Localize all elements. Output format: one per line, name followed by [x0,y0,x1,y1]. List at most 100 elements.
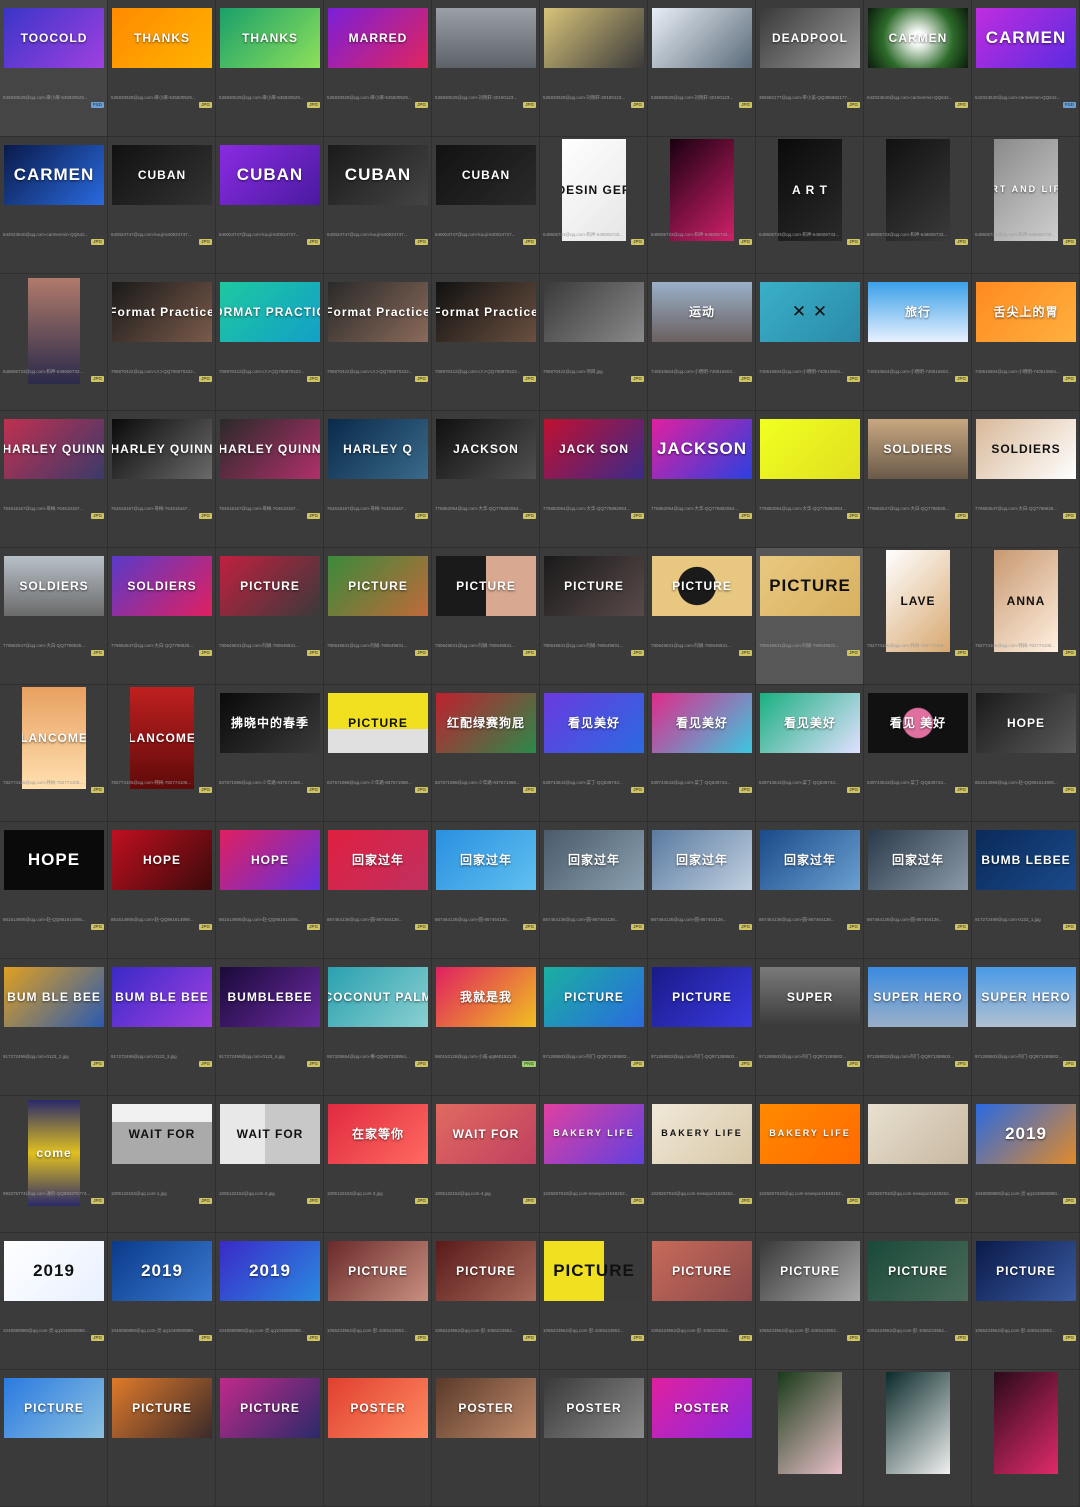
thumbnail-cell[interactable]: SOLDIERS 779682547@qq.com-大白-QQ7796825...… [972,411,1080,548]
thumbnail-image[interactable]: BUMB LEBEE [976,830,1076,890]
thumbnail-image[interactable]: CARMEN [868,8,968,68]
thumbnail-image[interactable]: FORMAT PRACTICE [220,282,320,342]
thumbnail-cell[interactable]: COCONUT PALM 957328864@qq.com-椰-QQ9573288… [324,959,432,1096]
thumbnail-cell[interactable]: SOLDIERS 779682547@qq.com-大白-QQ7796825...… [0,548,108,685]
thumbnail-cell[interactable]: BUM BLE BEE 917272499@qq.com-0123_3.jpg JP… [108,959,216,1096]
thumbnail-cell[interactable]: LAVE 782774105@qq.com-韩梅-782774105... JPG [864,548,972,685]
thumbnail-cell[interactable]: THANKS 535830529@qq.com-麻小麻-535830529... J… [216,0,324,137]
thumbnail-image[interactable]: SUPER [760,967,860,1027]
thumbnail-image[interactable]: 看见美好 [652,693,752,753]
thumbnail-image[interactable]: ✕ ✕ [760,282,860,342]
thumbnail-image[interactable]: HARLEY QUINN [220,419,320,479]
thumbnail-image[interactable]: PICTURE [976,1241,1076,1301]
thumbnail-image[interactable]: PICTURE [328,1241,428,1301]
thumbnail-cell[interactable]: HOPE 861614906@qq.com-赵-QQ861614906... JPG [108,822,216,959]
thumbnail-cell[interactable]: THANKS 535830529@qq.com-麻小麻-535830529... J… [108,0,216,137]
thumbnail-cell[interactable]: 2019 1048080880@qq.com-灵-qq1048080880... J… [216,1233,324,1370]
thumbnail-cell[interactable]: PICTURE 780649631@qq.com-阿娟-780649631... J… [648,548,756,685]
thumbnail-cell[interactable]: BAKERY LIFE 1028267910@qq.com-newsport154… [540,1096,648,1233]
thumbnail-cell[interactable]: CUBAN 640024747@qq.com-kuuji-640024747...… [432,137,540,274]
thumbnail-cell[interactable]: BAKERY LIFE 1028267910@qq.com-newsport154… [756,1096,864,1233]
thumbnail-cell[interactable]: PICTURE [0,1370,108,1507]
thumbnail-image[interactable]: CARMEN [976,8,1076,68]
thumbnail-cell[interactable]: 2019 1048080880@qq.com-灵-qq1048080880... J… [972,1096,1080,1233]
thumbnail-image[interactable] [544,8,644,68]
thumbnail-image[interactable]: SUPER HERO [868,967,968,1027]
thumbnail-image[interactable]: BUM BLE BEE [4,967,104,1027]
thumbnail-image[interactable]: POSTER [436,1378,536,1438]
thumbnail-image[interactable]: PICTURE [436,556,536,616]
thumbnail-image[interactable]: 回家过年 [760,830,860,890]
thumbnail-image[interactable]: Format Practice [112,282,212,342]
thumbnail-image[interactable]: THANKS [220,8,320,68]
thumbnail-image[interactable]: SOLDIERS [4,556,104,616]
thumbnail-image[interactable]: PICTURE [760,556,860,616]
thumbnail-image[interactable]: WAIT FOR [112,1104,212,1164]
thumbnail-cell[interactable]: PICTURE 971269502@qq.com-阿门-QQ971269502..… [540,959,648,1096]
thumbnail-image[interactable]: PICTURE [328,693,428,753]
thumbnail-cell[interactable]: POSTER [432,1370,540,1507]
thumbnail-cell[interactable]: 775882054@qq.com-大华-QQ775882054... JPG [756,411,864,548]
thumbnail-image[interactable]: LANCOME [22,687,86,789]
thumbnail-image[interactable]: 回家过年 [544,830,644,890]
thumbnail-image[interactable] [886,1372,950,1474]
thumbnail-image[interactable]: PICTURE [544,967,644,1027]
thumbnail-cell[interactable]: 看见美好 539743543@qq.com-菜丁-QQ539743... JPG [648,685,756,822]
thumbnail-cell[interactable]: 看见 美好 539743543@qq.com-菜丁-QQ539743... JPG [864,685,972,822]
thumbnail-cell[interactable]: CUBAN 640024747@qq.com-kuuji-640024747...… [216,137,324,274]
thumbnail-image[interactable]: Format Practice [436,282,536,342]
thumbnail-image[interactable]: BUMBLEBEE [220,967,320,1027]
thumbnail-image[interactable]: 旅行 [868,282,968,342]
thumbnail-image[interactable] [670,139,734,241]
thumbnail-image[interactable]: SOLDIERS [976,419,1076,479]
thumbnail-image[interactable]: JACKSON [436,419,536,479]
thumbnail-cell[interactable]: BAKERY LIFE 1028267910@qq.com-newsport154… [648,1096,756,1233]
thumbnail-image[interactable]: SOLDIERS [112,556,212,616]
thumbnail-image[interactable]: POSTER [328,1378,428,1438]
thumbnail-cell[interactable]: PICTURE 1055223562@qq.com-彭-1055223562...… [756,1233,864,1370]
thumbnail-image[interactable]: BUM BLE BEE [112,967,212,1027]
thumbnail-image[interactable]: 我就是我 [436,967,536,1027]
thumbnail-cell[interactable]: PICTURE 780649631@qq.com-阿娟-780649631... J… [324,548,432,685]
thumbnail-cell[interactable]: PICTURE 1055223562@qq.com-彭-1055223562...… [864,1233,972,1370]
thumbnail-cell[interactable]: ✕ ✕ 740510604@qq.com-小明明-740510604... JPG [756,274,864,411]
thumbnail-image[interactable]: 看见美好 [760,693,860,753]
thumbnail-image[interactable]: 看见美好 [544,693,644,753]
thumbnail-cell[interactable]: PICTURE 780649631@qq.com-阿娟-780649631... J… [432,548,540,685]
thumbnail-image[interactable] [778,1372,842,1474]
thumbnail-cell[interactable]: DESIN GER 648606733@qq.com-和神-648606733..… [540,137,648,274]
thumbnail-cell[interactable]: HARLEY QUINN 764518167@qq.com-哥梅-76451816… [216,411,324,548]
thumbnail-cell[interactable]: SOLDIERS 779682547@qq.com-大白-QQ7796825...… [864,411,972,548]
thumbnail-image[interactable]: 回家过年 [868,830,968,890]
thumbnail-cell[interactable]: PICTURE 780649631@qq.com-阿娟-780649631... J… [756,548,864,685]
thumbnail-image[interactable]: PICTURE [652,556,752,616]
thumbnail-cell[interactable]: 舌尖上的胃 740510604@qq.com-小明明-740510604... JP… [972,274,1080,411]
thumbnail-image[interactable]: HOPE [4,830,104,890]
thumbnail-image[interactable]: PICTURE [652,1241,752,1301]
thumbnail-cell[interactable]: 706970422@qq.com-项目.jpg JPG [540,274,648,411]
thumbnail-cell[interactable]: 648606733@qq.com-和神-648606733... JPG [648,137,756,274]
thumbnail-image[interactable]: BAKERY LIFE [760,1104,860,1164]
thumbnail-image[interactable]: BAKERY LIFE [544,1104,644,1164]
thumbnail-cell[interactable]: ART AND LIFE 648606733@qq.com-和神-64860673… [972,137,1080,274]
thumbnail-image[interactable]: ANNA [994,550,1058,652]
thumbnail-image[interactable]: MARRED [328,8,428,68]
thumbnail-image[interactable]: HOPE [220,830,320,890]
thumbnail-cell[interactable]: 回家过年 867464136@qq.com-圆-867464136... JPG [432,822,540,959]
thumbnail-image[interactable] [886,139,950,241]
thumbnail-image[interactable]: HARLEY QUINN [112,419,212,479]
thumbnail-image[interactable]: CUBAN [112,145,212,205]
thumbnail-cell[interactable] [972,1370,1080,1507]
thumbnail-cell[interactable]: 运动 740510604@qq.com-小明明-740510604... JPG [648,274,756,411]
thumbnail-cell[interactable]: 红配绿赛狗屁 837671968@qq.com-少年路-837671968... J… [432,685,540,822]
thumbnail-cell[interactable]: A R T 648606733@qq.com-和神-648606733... JPG [756,137,864,274]
thumbnail-image[interactable]: ART AND LIFE [994,139,1058,241]
thumbnail-image[interactable] [760,419,860,479]
thumbnail-image[interactable]: 看见 美好 [868,693,968,753]
thumbnail-cell[interactable]: WAIT FOR 1006132152@qq.com-4.jpg JPG [432,1096,540,1233]
thumbnail-cell[interactable]: FORMAT PRACTICE 706970422@qq.com-LYJ-QQ70… [216,274,324,411]
thumbnail-cell[interactable]: HARLEY Q 764518167@qq.com-哥梅-764518167...… [324,411,432,548]
thumbnail-image[interactable]: POSTER [544,1378,644,1438]
thumbnail-image[interactable]: WAIT FOR [436,1104,536,1164]
thumbnail-image[interactable]: HOPE [112,830,212,890]
